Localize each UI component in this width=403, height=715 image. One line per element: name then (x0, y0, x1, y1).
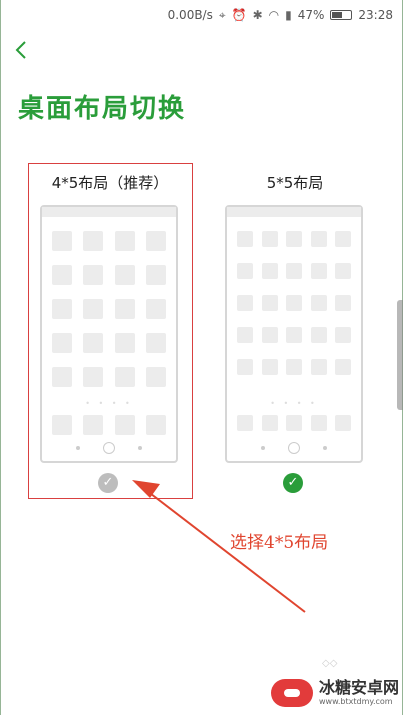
watermark: 冰糖安卓网 www.btxtdmy.com (270, 673, 399, 713)
annotation-text: 选择4*5布局 (230, 533, 329, 553)
watermark-title: 冰糖安卓网 (318, 678, 399, 697)
annotation-arrow (132, 480, 306, 613)
watermark-url: www.btxtdmy.com (318, 697, 393, 706)
decorative-glyph: ◇◇ (322, 658, 338, 669)
scroll-handle[interactable] (397, 300, 403, 410)
watermark-logo-icon (270, 679, 313, 707)
